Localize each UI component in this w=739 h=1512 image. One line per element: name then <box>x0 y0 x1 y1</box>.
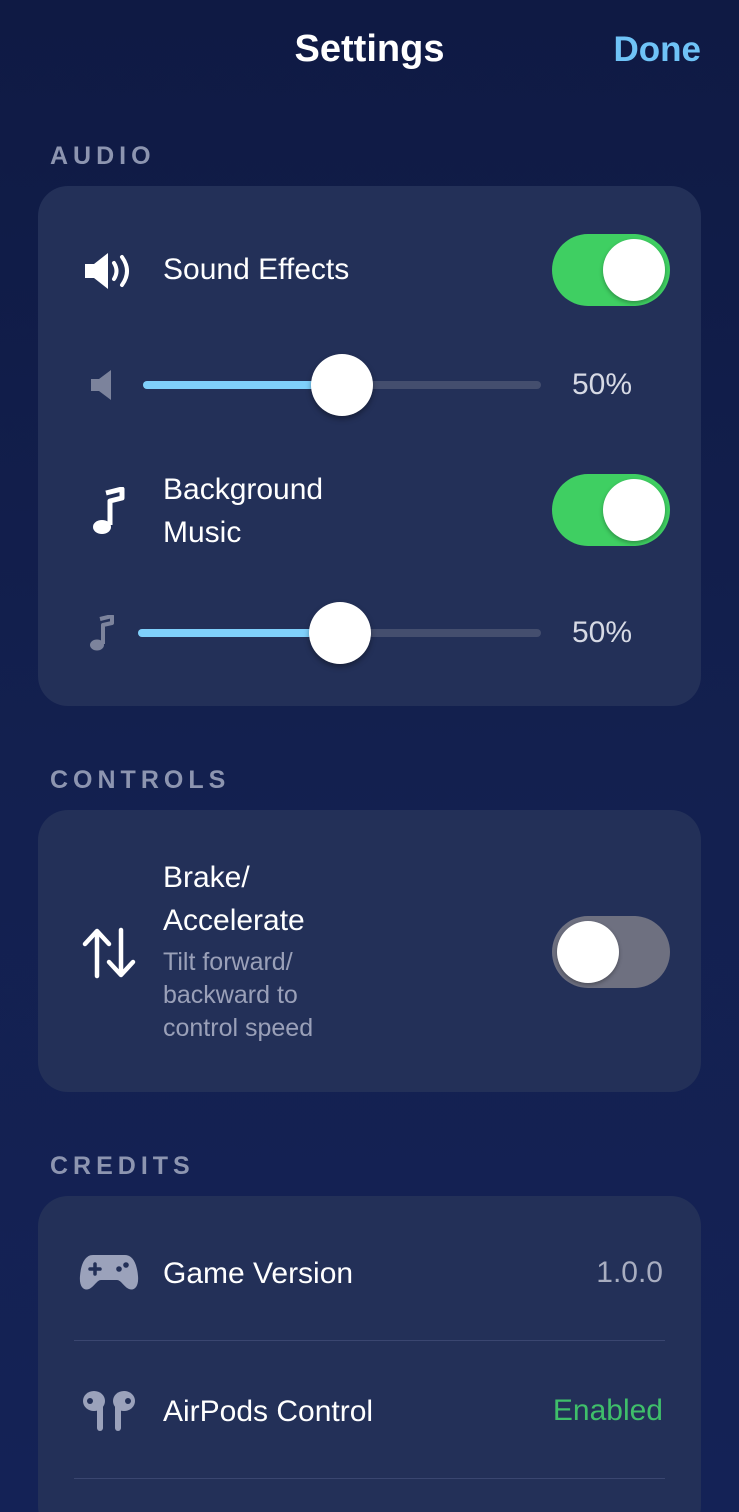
game-version-value: 1.0.0 <box>596 1256 663 1289</box>
section-header-credits: CREDITS <box>50 1152 195 1180</box>
background-music-label-line2: Music <box>163 516 242 549</box>
gamecontroller-icon <box>78 1250 140 1294</box>
brake-accelerate-description-line3: control speed <box>163 1014 314 1042</box>
sound-effects-volume-value: 50% <box>572 368 633 401</box>
done-button[interactable]: Done <box>614 30 702 70</box>
brake-accelerate-toggle[interactable] <box>552 916 670 988</box>
audio-card: Sound Effects 50% Background Music 50% <box>38 186 701 706</box>
airpods-control-status: Enabled <box>552 1394 663 1427</box>
background-music-label-line1: Background <box>163 473 324 506</box>
background-music-volume-value: 50% <box>572 616 633 649</box>
sound-effects-row: Sound Effects <box>38 226 701 316</box>
section-header-audio: AUDIO <box>50 142 156 170</box>
music-note-small-icon <box>86 614 116 654</box>
arrows-up-down-icon <box>78 924 140 982</box>
airpods-icon <box>78 1386 140 1436</box>
background-music-row: Background Music <box>38 468 701 558</box>
sound-effects-label: Sound Effects <box>163 253 350 286</box>
section-header-controls: CONTROLS <box>50 766 231 794</box>
brake-accelerate-description-line1: Tilt forward/ <box>163 948 293 976</box>
brake-accelerate-label-line1: Brake/ <box>163 861 250 894</box>
sound-effects-volume-slider[interactable] <box>143 354 541 416</box>
sound-effects-toggle[interactable] <box>552 234 670 306</box>
row-divider <box>74 1478 665 1479</box>
sound-effects-volume-row: 50% <box>38 354 701 416</box>
slider-thumb[interactable] <box>311 354 373 416</box>
toggle-knob <box>603 479 665 541</box>
game-version-label: Game Version <box>163 1257 354 1290</box>
navigation-bar: Settings Done <box>0 0 739 110</box>
background-music-volume-row: 50% <box>38 602 701 664</box>
row-divider <box>74 1340 665 1341</box>
credits-card: Game Version 1.0.0 AirPods Control Enabl… <box>38 1196 701 1512</box>
music-note-icon <box>88 486 128 538</box>
airpods-control-row: AirPods Control Enabled <box>38 1374 701 1450</box>
speaker-wave-icon <box>78 246 140 296</box>
controls-card: Brake/ Accelerate Tilt forward/ backward… <box>38 810 701 1092</box>
brake-accelerate-row: Brake/ Accelerate Tilt forward/ backward… <box>38 856 701 1056</box>
toggle-knob <box>603 239 665 301</box>
brake-accelerate-label-line2: Accelerate <box>163 904 305 937</box>
airpods-control-label: AirPods Control <box>163 1395 374 1428</box>
toggle-knob <box>557 921 619 983</box>
slider-thumb[interactable] <box>308 602 371 664</box>
background-music-toggle[interactable] <box>552 474 670 546</box>
brake-accelerate-description-line2: backward to <box>163 981 298 1009</box>
speaker-small-icon <box>88 368 116 402</box>
background-music-volume-slider[interactable] <box>138 602 541 664</box>
game-version-row: Game Version 1.0.0 <box>38 1236 701 1312</box>
